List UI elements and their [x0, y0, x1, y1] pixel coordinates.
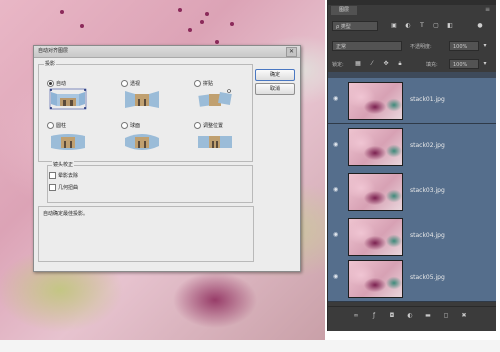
spherical-preview-icon — [125, 134, 159, 150]
delete-layer-icon[interactable]: ✖ — [460, 312, 468, 320]
layer-thumbnail — [348, 82, 403, 120]
collage-preview-icon — [198, 89, 232, 107]
layer-row[interactable]: ◉ stack04.jpg — [328, 214, 496, 260]
option-perspective-label: 透视 — [130, 81, 141, 87]
option-cylindrical-label: 圆柱 — [56, 123, 67, 129]
layer-name: stack02.jpg — [410, 142, 445, 149]
reposition-preview-icon — [198, 136, 232, 148]
perspective-preview-icon — [125, 91, 159, 108]
layer-thumbnail — [348, 218, 403, 256]
filter-toggle-icon[interactable]: ● — [476, 22, 484, 30]
cylindrical-preview-icon — [51, 134, 85, 150]
new-layer-icon[interactable]: ◻ — [442, 312, 450, 320]
link-layers-icon[interactable]: ∞ — [352, 312, 360, 320]
radio-cylindrical[interactable] — [47, 122, 54, 129]
visibility-eye-icon[interactable]: ◉ — [333, 187, 341, 193]
visibility-eye-icon[interactable]: ◉ — [333, 96, 341, 102]
option-collage-label: 拼贴 — [203, 81, 214, 87]
radio-reposition[interactable] — [194, 122, 201, 129]
geometric-distortion-label: 几何扭曲 — [58, 185, 79, 191]
filter-type-icon[interactable]: T — [418, 22, 426, 30]
option-reposition-label: 调整位置 — [203, 123, 224, 129]
layer-style-icon[interactable]: ƒ — [370, 312, 378, 320]
layer-thumbnail — [348, 128, 403, 166]
geometric-distortion-checkbox[interactable] — [49, 184, 56, 191]
tab-layers[interactable]: 图层 — [331, 6, 357, 15]
projection-label: 投影 — [44, 60, 57, 67]
layer-thumbnail — [348, 260, 403, 298]
add-mask-icon[interactable]: ◘ — [388, 312, 396, 320]
radio-perspective[interactable] — [121, 80, 128, 87]
filter-kind-select[interactable]: ρ 类型 — [332, 21, 378, 31]
layer-row[interactable]: ◉ stack03.jpg — [328, 169, 496, 215]
filter-row: ρ 类型 ▣ ◐ T ▢ ◧ ● — [328, 19, 496, 33]
filter-smart-icon[interactable]: ◧ — [446, 22, 454, 30]
visibility-eye-icon[interactable]: ◉ — [333, 142, 341, 148]
auto-align-dialog: 自动对齐图层 ✕ 投影 自动 透视 拼贴 圆柱 球面 调整位置 镜头校正 晕影去… — [33, 45, 301, 272]
filter-adjust-icon[interactable]: ◐ — [404, 22, 412, 30]
filter-image-icon[interactable]: ▣ — [390, 22, 398, 30]
fill-dropdown-icon[interactable]: ▾ — [481, 60, 489, 68]
layer-name: stack03.jpg — [410, 187, 445, 194]
layer-row[interactable]: ◉ stack02.jpg — [328, 124, 496, 170]
layer-name: stack01.jpg — [410, 96, 445, 103]
fill-label: 填充: — [426, 62, 438, 68]
vignette-removal-label: 晕影去除 — [58, 173, 79, 179]
lock-all-icon[interactable]: 🔒︎ — [396, 60, 404, 68]
lock-label: 锁定: — [332, 62, 344, 68]
layers-list: ◉ stack01.jpg ◉ stack02.jpg ◉ stack03.jp… — [328, 72, 496, 302]
visibility-eye-icon[interactable]: ◉ — [333, 274, 341, 280]
lock-paint-icon[interactable]: ⁄ — [368, 60, 376, 68]
layer-thumbnail — [348, 173, 403, 211]
opacity-label: 不透明度: — [410, 44, 432, 50]
description-box: 自动确定最佳投影。 — [38, 206, 254, 262]
vignette-removal-checkbox[interactable] — [49, 172, 56, 179]
layer-name: stack04.jpg — [410, 232, 445, 239]
close-icon[interactable]: ✕ — [286, 47, 297, 57]
layer-row[interactable]: ◉ stack01.jpg — [328, 78, 496, 124]
panel-menu-icon[interactable]: ≡ — [485, 6, 490, 13]
lens-correction-label: 镜头校正 — [52, 161, 75, 168]
ok-button[interactable]: 确定 — [255, 69, 295, 81]
radio-spherical[interactable] — [121, 122, 128, 129]
lock-row: 锁定: ▦ ⁄ ✥ 🔒︎ 填充: 100% ▾ — [328, 57, 496, 71]
blend-row: 正常 不透明度: 100% ▾ — [328, 39, 496, 53]
radio-collage[interactable] — [194, 80, 201, 87]
opacity-dropdown-icon[interactable]: ▾ — [481, 42, 489, 50]
auto-preview-icon — [49, 88, 87, 110]
adjustment-layer-icon[interactable]: ◐ — [406, 312, 414, 320]
new-group-icon[interactable]: ▬ — [424, 312, 432, 320]
option-spherical-label: 球面 — [130, 123, 141, 129]
dialog-titlebar: 自动对齐图层 ✕ — [34, 46, 300, 58]
cancel-button[interactable]: 取消 — [255, 83, 295, 95]
fill-field[interactable]: 100% — [449, 59, 479, 69]
radio-auto[interactable] — [47, 80, 54, 87]
panel-footer: ∞ ƒ ◘ ◐ ▬ ◻ ✖ — [328, 306, 496, 325]
panel-header-strip — [328, 0, 496, 5]
layer-row[interactable]: ◉ stack05.jpg — [328, 256, 496, 302]
filter-shape-icon[interactable]: ▢ — [432, 22, 440, 30]
opacity-field[interactable]: 100% — [449, 41, 479, 51]
lock-transparent-icon[interactable]: ▦ — [354, 60, 362, 68]
blend-mode-select[interactable]: 正常 — [332, 41, 402, 51]
status-strip — [0, 340, 500, 352]
description-text: 自动确定最佳投影。 — [43, 211, 89, 217]
lock-move-icon[interactable]: ✥ — [382, 60, 390, 68]
layers-panel: 图层 ≡ ρ 类型 ▣ ◐ T ▢ ◧ ● 正常 不透明度: 100% ▾ 锁定… — [327, 0, 496, 331]
option-auto-label: 自动 — [56, 81, 67, 87]
visibility-eye-icon[interactable]: ◉ — [333, 232, 341, 238]
dialog-title: 自动对齐图层 — [38, 48, 69, 54]
layer-name: stack05.jpg — [410, 274, 445, 281]
